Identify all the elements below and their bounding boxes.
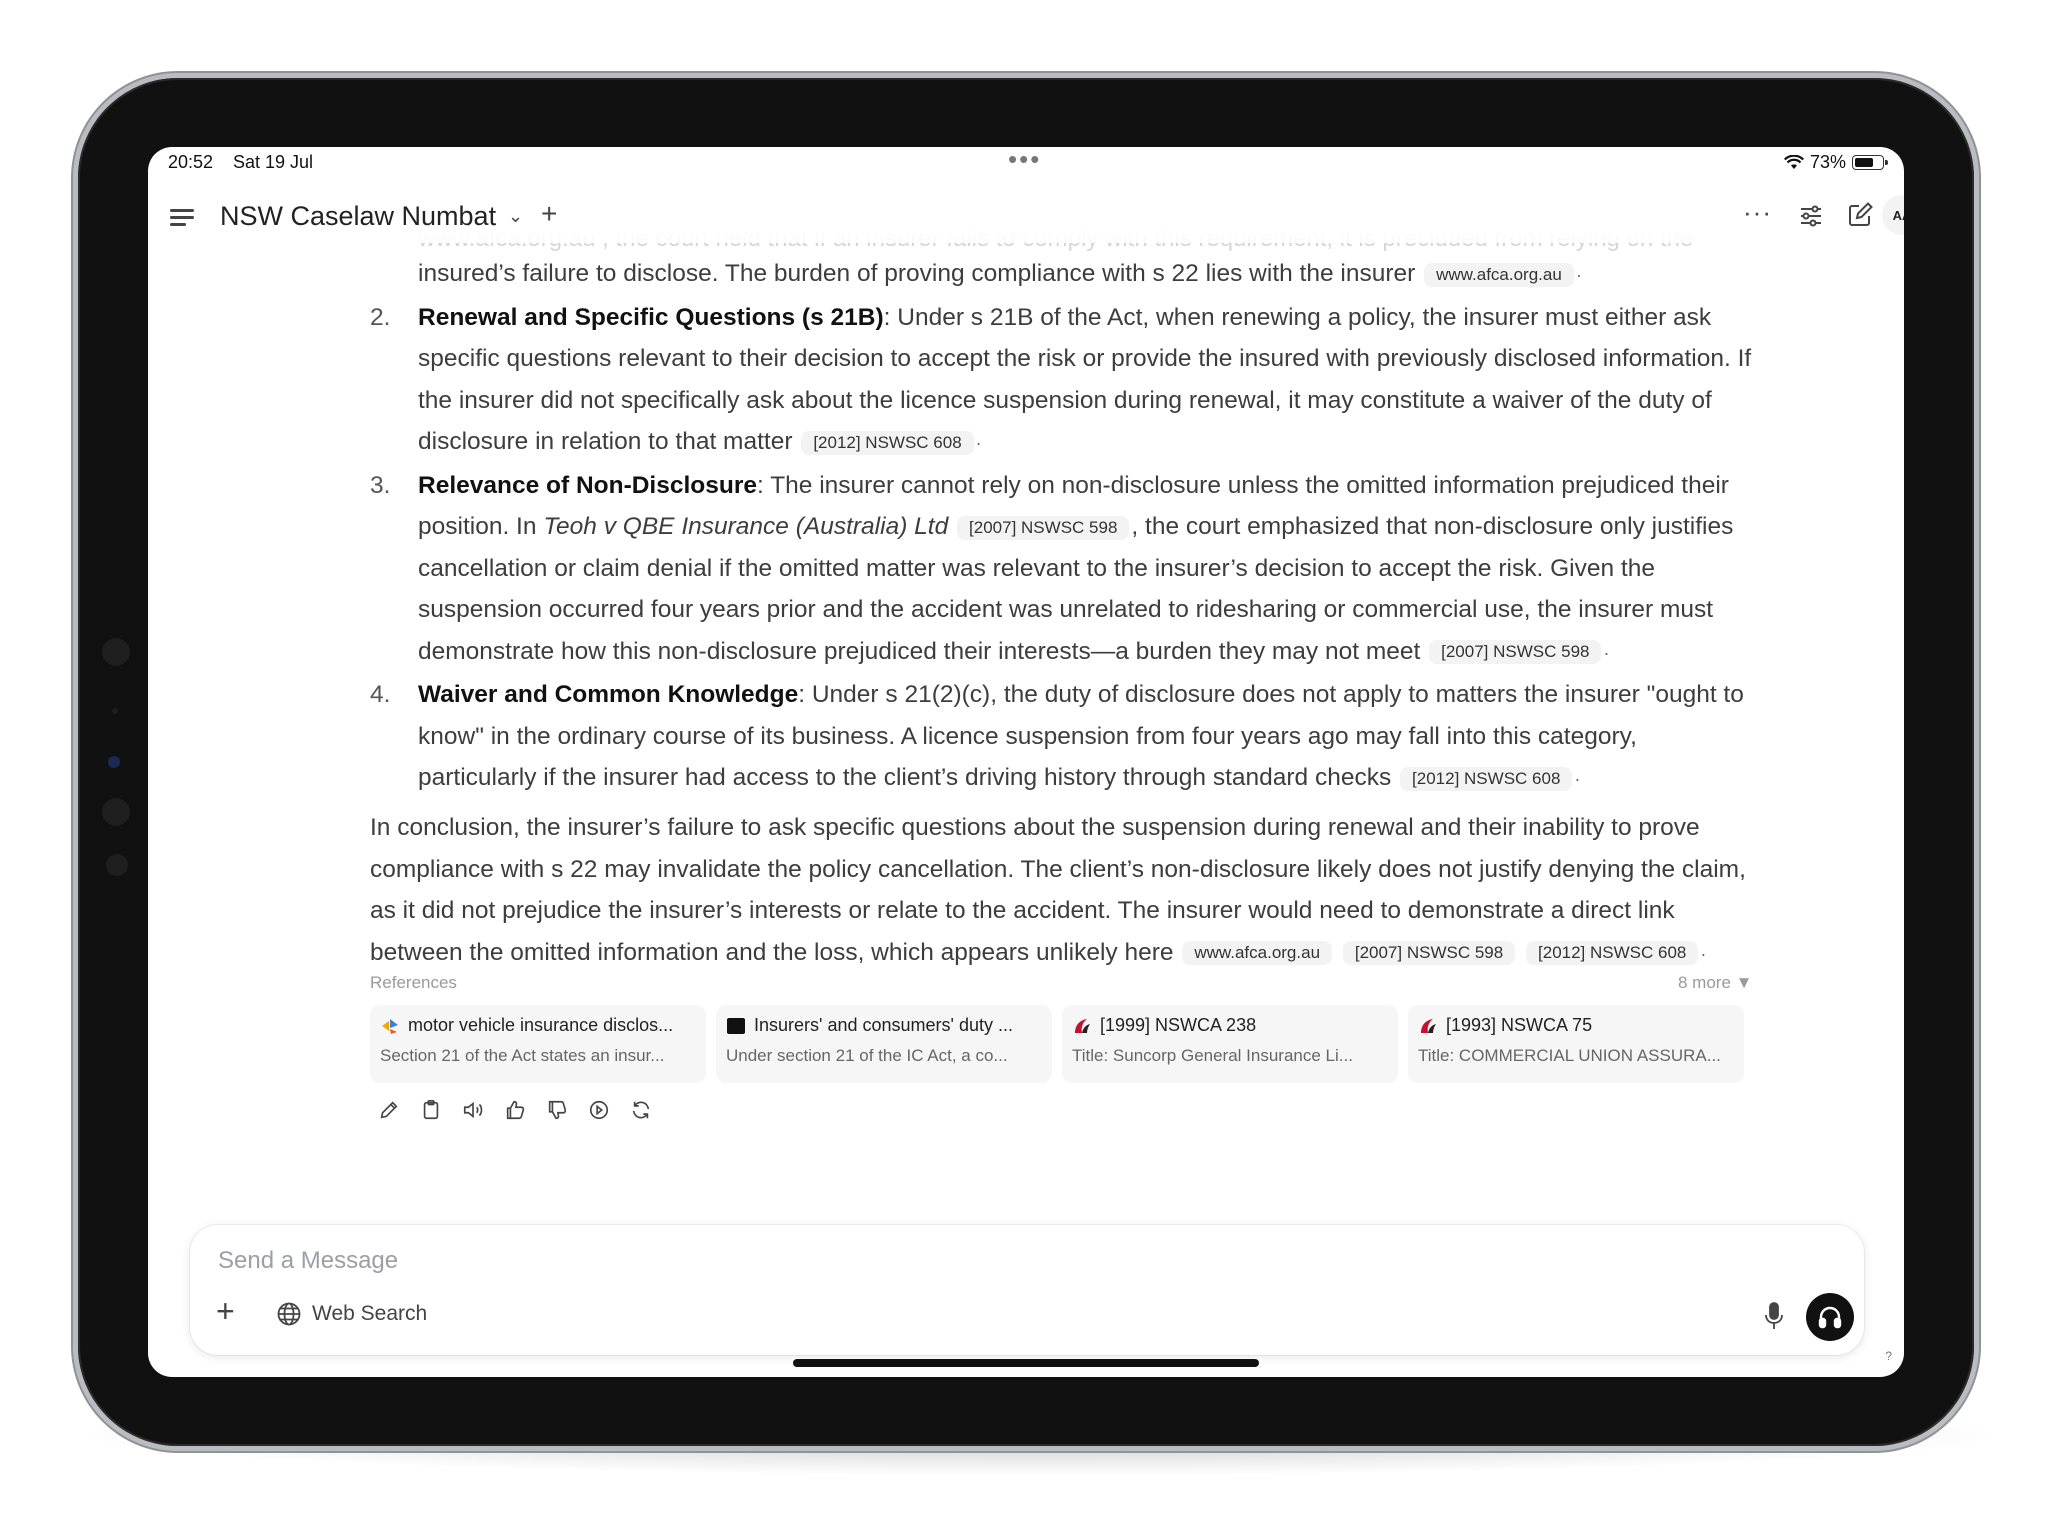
item-text: insured’s failure to disclose. The burde…: [418, 260, 1416, 287]
case-name: Teoh v QBE Insurance (Australia) Ltd: [543, 513, 949, 540]
citation-separator: ·: [1603, 642, 1610, 663]
reference-snippet: Title: Suncorp General Insurance Li...: [1072, 1046, 1353, 1065]
reference-title: [1993] NSWCA 75: [1418, 1015, 1734, 1036]
list-item: insured’s failure to disclose. The burde…: [418, 253, 1753, 297]
camera-dot: [102, 638, 130, 666]
afca-icon: [382, 1018, 398, 1034]
model-title[interactable]: NSW Caselaw Numbat: [220, 201, 496, 232]
copy-icon[interactable]: [420, 1099, 442, 1121]
black-square-icon: [727, 1017, 745, 1034]
item-heading: Waiver and Common Knowledge: [418, 681, 799, 708]
reference-card[interactable]: motor vehicle insurance disclos... Secti…: [370, 1005, 706, 1083]
device-frame: 20:52 Sat 19 Jul ••• 73% www.afca.org.au…: [78, 78, 1974, 1446]
citation-chip[interactable]: [2012] NSWSC 608: [1526, 941, 1699, 966]
citation-chip[interactable]: [2007] NSWSC 598: [1429, 640, 1602, 665]
conclusion-paragraph: In conclusion, the insurer’s failure to …: [370, 807, 1750, 975]
citation-chip[interactable]: www.afca.org.au: [1424, 262, 1574, 287]
sliders-icon[interactable]: [1798, 203, 1824, 229]
sensor-dot: [102, 798, 130, 826]
more-icon[interactable]: ···: [1743, 197, 1772, 228]
menu-icon[interactable]: [170, 205, 196, 229]
caselaw-icon: [1421, 1018, 1436, 1033]
headphones-icon: [1818, 1306, 1842, 1329]
home-indicator[interactable]: [793, 1359, 1259, 1367]
reference-snippet: Section 21 of the Act states an insur...: [380, 1046, 665, 1065]
reference-title-text: motor vehicle insurance disclos...: [408, 1015, 674, 1035]
caselaw-icon: [1075, 1018, 1090, 1033]
help-button[interactable]: ?: [1885, 1349, 1892, 1363]
microphone-icon[interactable]: [1764, 1301, 1784, 1331]
chevron-down-icon[interactable]: ⌄: [508, 206, 523, 227]
plus-icon[interactable]: +: [541, 198, 557, 230]
reference-title-text: [1999] NSWCA 238: [1100, 1015, 1257, 1035]
message-input[interactable]: Send a Message: [218, 1247, 398, 1275]
plus-icon[interactable]: +: [216, 1293, 235, 1330]
references-more-button[interactable]: 8 more ▼: [1678, 973, 1752, 993]
citation-chip[interactable]: www.afca.org.au: [1182, 941, 1333, 966]
reference-title-text: [1993] NSWCA 75: [1446, 1015, 1593, 1035]
citation-separator: ·: [1575, 265, 1582, 285]
regenerate-icon[interactable]: [630, 1099, 652, 1121]
chat-content: www.afca.org.au , the court held that if…: [148, 147, 1904, 1377]
reference-title: motor vehicle insurance disclos...: [380, 1015, 696, 1036]
reference-snippet: Under section 21 of the IC Act, a co...: [726, 1046, 1008, 1065]
item-heading: Renewal and Specific Questions (s 21B): [418, 303, 884, 331]
reference-title: Insurers' and consumers' duty ...: [726, 1015, 1042, 1036]
web-search-button[interactable]: Web Search: [276, 1301, 427, 1327]
voice-mode-button[interactable]: [1806, 1293, 1854, 1341]
thumbs-up-icon[interactable]: [504, 1099, 526, 1121]
reference-card[interactable]: Insurers' and consumers' duty ... Under …: [716, 1005, 1052, 1083]
app-header: NSW Caselaw Numbat ⌄ + ··· AA: [148, 191, 1904, 243]
citation-chip[interactable]: [2007] NSWSC 598: [957, 515, 1130, 540]
globe-icon: [277, 1302, 301, 1326]
message-actions: [378, 1099, 652, 1121]
item-heading: Relevance of Non-Disclosure: [418, 471, 758, 499]
reference-snippet: Title: COMMERCIAL UNION ASSURA...: [1418, 1046, 1721, 1065]
citation-chip[interactable]: [2012] NSWSC 608: [801, 430, 974, 455]
read-aloud-icon[interactable]: [462, 1099, 484, 1121]
list-item: 3. Relevance of Non-Disclosure: The insu…: [370, 465, 1753, 675]
reference-title: [1999] NSWCA 238: [1072, 1015, 1388, 1036]
camera-lens: [108, 756, 120, 768]
citation-separator: ·: [1574, 769, 1581, 789]
avatar[interactable]: AA: [1882, 195, 1904, 235]
list-item: 4. Waiver and Common Knowledge: Under s …: [370, 674, 1753, 801]
citation-chip[interactable]: [2012] NSWSC 608: [1400, 766, 1573, 791]
item-number: 4.: [370, 681, 391, 708]
list-item: 2. Renewal and Specific Questions (s 21B…: [370, 297, 1753, 465]
sensor-dot: [106, 854, 128, 876]
references-label: References: [370, 973, 457, 992]
citation-separator: ·: [975, 433, 982, 453]
item-number: 3.: [370, 471, 391, 499]
edit-icon[interactable]: [378, 1099, 400, 1121]
screen: 20:52 Sat 19 Jul ••• 73% www.afca.org.au…: [148, 147, 1904, 1377]
thumbs-down-icon[interactable]: [546, 1099, 568, 1121]
continue-icon[interactable]: [588, 1099, 610, 1121]
item-number: 2.: [370, 303, 391, 331]
reference-card[interactable]: [1993] NSWCA 75 Title: COMMERCIAL UNION …: [1408, 1005, 1744, 1083]
reference-title-text: Insurers' and consumers' duty ...: [754, 1015, 1013, 1035]
message-composer: Send a Message + Web Search: [190, 1225, 1864, 1355]
citation-separator: ·: [1700, 943, 1707, 964]
citation-chip[interactable]: [2007] NSWSC 598: [1342, 941, 1516, 966]
edit-icon[interactable]: [1846, 201, 1874, 229]
answer-list: insured’s failure to disclose. The burde…: [370, 253, 1753, 801]
reference-card[interactable]: [1999] NSWCA 238 Title: Suncorp General …: [1062, 1005, 1398, 1083]
web-search-label: Web Search: [312, 1302, 428, 1325]
camera-dot: [112, 708, 118, 714]
